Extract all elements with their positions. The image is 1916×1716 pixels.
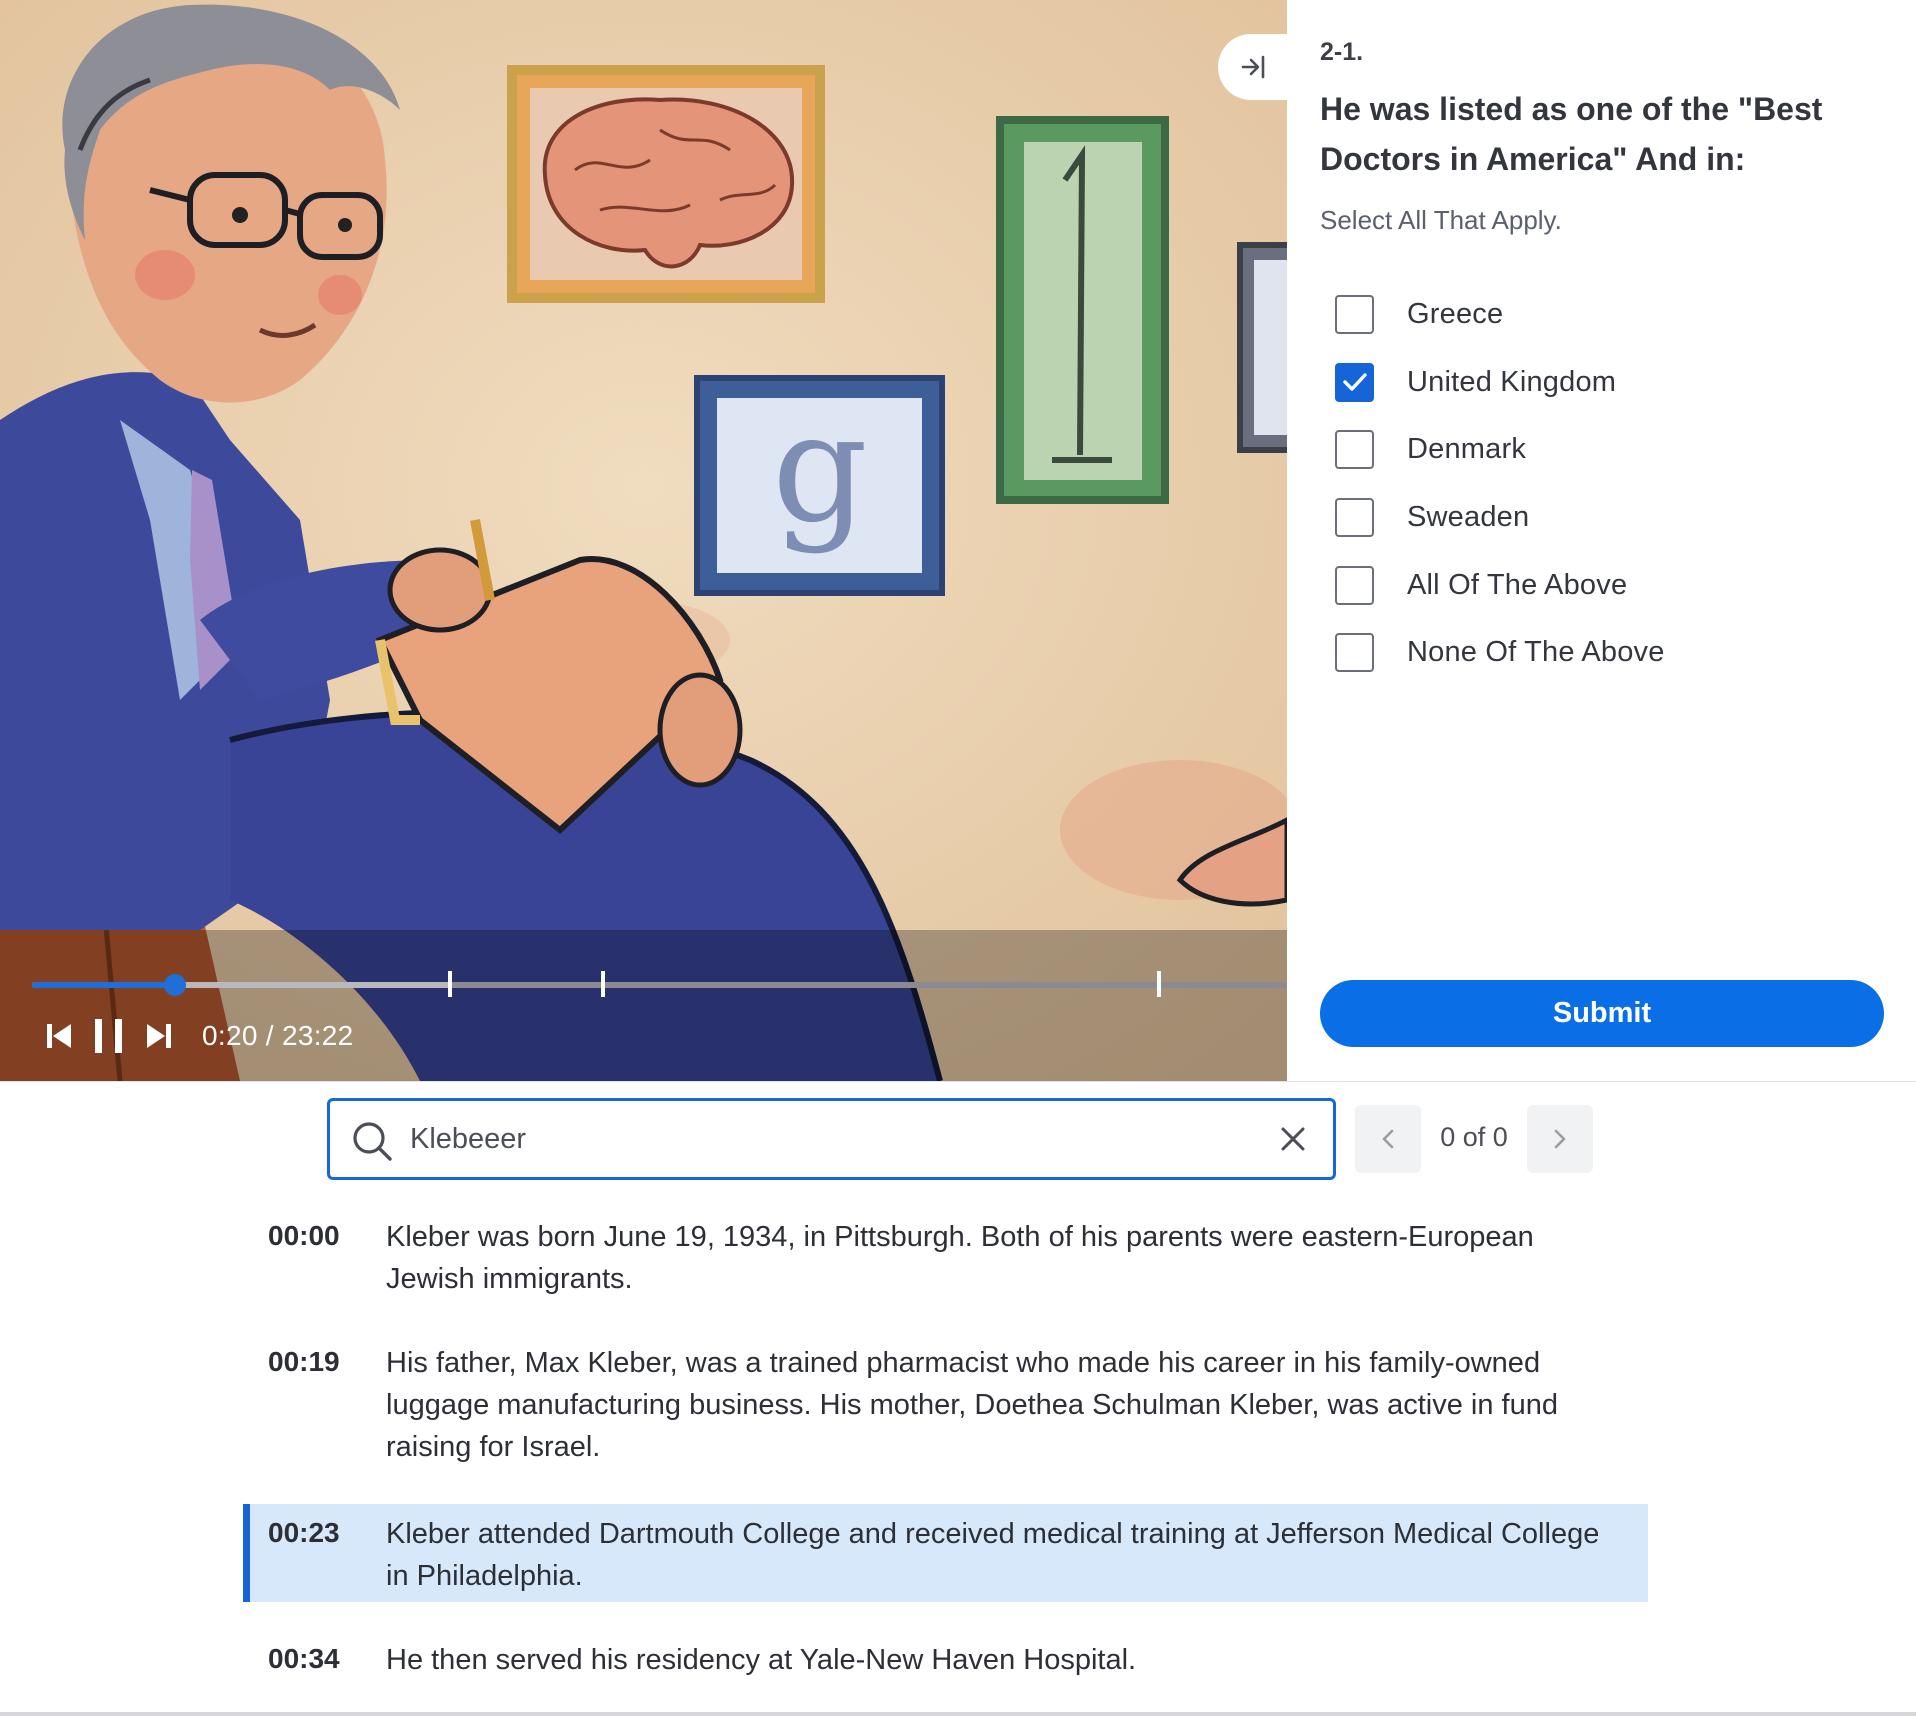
option-none-of-the-above[interactable]: None Of The Above — [1335, 619, 1665, 687]
transcript-search-bar: 0 of 0 — [0, 1081, 1916, 1199]
chapter-marker[interactable] — [447, 971, 452, 997]
option-label: All Of The Above — [1407, 568, 1628, 601]
question-text: He was listed as one of the "Best Doctor… — [1320, 91, 1823, 177]
transcript: 00:00 Kleber was born June 19, 1934, in … — [0, 1199, 1916, 1716]
option-label: United Kingdom — [1407, 365, 1617, 398]
pause-button[interactable] — [86, 1015, 132, 1057]
current-time: 0:20 — [202, 1020, 258, 1051]
submit-button[interactable]: Submit — [1320, 980, 1884, 1047]
checkbox[interactable] — [1335, 498, 1374, 538]
option-denmark[interactable]: Denmark — [1335, 416, 1665, 484]
pause-icon — [95, 1019, 122, 1053]
chevron-left-icon — [1382, 1129, 1394, 1149]
skip-forward-button[interactable] — [136, 1015, 182, 1057]
checkbox[interactable] — [1335, 362, 1374, 402]
option-sweaden[interactable]: Sweaden — [1335, 484, 1665, 552]
answer-options: Greece United Kingdom Denmark Sweaden Al… — [1335, 281, 1665, 687]
checkbox[interactable] — [1335, 565, 1374, 605]
search-icon — [353, 1122, 392, 1161]
transcript-text: Kleber attended Dartmouth College and re… — [386, 1518, 1600, 1592]
clear-icon — [1281, 1127, 1305, 1151]
search-box — [327, 1098, 1336, 1180]
option-label: None Of The Above — [1407, 636, 1665, 669]
collapse-right-icon — [1241, 55, 1265, 79]
skip-back-button[interactable] — [36, 1015, 82, 1057]
previous-match-button[interactable] — [1355, 1105, 1421, 1173]
transcript-time: 00:00 — [268, 1220, 340, 1251]
option-all-of-the-above[interactable]: All Of The Above — [1335, 551, 1665, 619]
chapter-marker[interactable] — [601, 971, 606, 997]
chevron-right-icon — [1554, 1129, 1566, 1149]
option-label: Denmark — [1407, 433, 1527, 466]
transcript-text: Kleber was born June 19, 1934, in Pittsb… — [386, 1221, 1534, 1295]
time-display: 0:20 / 23:22 — [202, 1020, 354, 1052]
video-player[interactable]: g 0:20 / 23:22 — [0, 0, 1287, 1081]
option-label: Sweaden — [1407, 501, 1530, 534]
video-frame-illustration: g — [0, 0, 1287, 1081]
collapse-panel-button[interactable] — [1218, 34, 1290, 100]
search-input[interactable] — [410, 1115, 1230, 1163]
progress-bar[interactable] — [32, 971, 1287, 997]
question-number: 2-1. — [1320, 38, 1364, 66]
question-panel: 2-1. He was listed as one of the "Best D… — [1287, 0, 1916, 1081]
duration: 23:22 — [281, 1020, 354, 1051]
transcript-row[interactable]: 00:19 His father, Max Kleber, was a trai… — [243, 1336, 1648, 1468]
option-greece[interactable]: Greece — [1335, 281, 1665, 349]
transcript-row[interactable]: 00:34 He then served his residency at Ya… — [243, 1631, 1648, 1691]
checkbox[interactable] — [1335, 295, 1374, 335]
option-label: Greece — [1407, 298, 1504, 331]
progress-played — [32, 982, 176, 988]
bottom-divider — [0, 1712, 1916, 1716]
transcript-time: 00:23 — [268, 1517, 340, 1548]
next-match-button[interactable] — [1527, 1105, 1593, 1173]
checkbox[interactable] — [1335, 633, 1374, 673]
time-separator: / — [265, 1020, 274, 1051]
clear-search-button[interactable] — [1275, 1121, 1311, 1157]
option-united-kingdom[interactable]: United Kingdom — [1335, 349, 1665, 417]
transcript-row-active[interactable]: 00:23 Kleber attended Dartmouth College … — [243, 1504, 1648, 1602]
question-hint: Select All That Apply. — [1320, 205, 1562, 235]
skip-back-icon — [47, 1024, 71, 1048]
transcript-text: His father, Max Kleber, was a trained ph… — [386, 1347, 1558, 1463]
match-count: 0 of 0 — [1440, 1122, 1508, 1152]
checkmark-icon — [1342, 373, 1367, 392]
transcript-time: 00:19 — [268, 1346, 340, 1377]
transcript-row[interactable]: 00:00 Kleber was born June 19, 1934, in … — [243, 1210, 1648, 1300]
transcript-time: 00:34 — [268, 1643, 340, 1674]
chapter-marker[interactable] — [1156, 971, 1161, 997]
skip-forward-icon — [147, 1024, 171, 1048]
svg-text:g: g — [772, 382, 868, 556]
transcript-text: He then served his residency at Yale-New… — [386, 1644, 1137, 1676]
player-controls: 0:20 / 23:22 — [36, 1015, 354, 1057]
checkbox[interactable] — [1335, 430, 1374, 470]
